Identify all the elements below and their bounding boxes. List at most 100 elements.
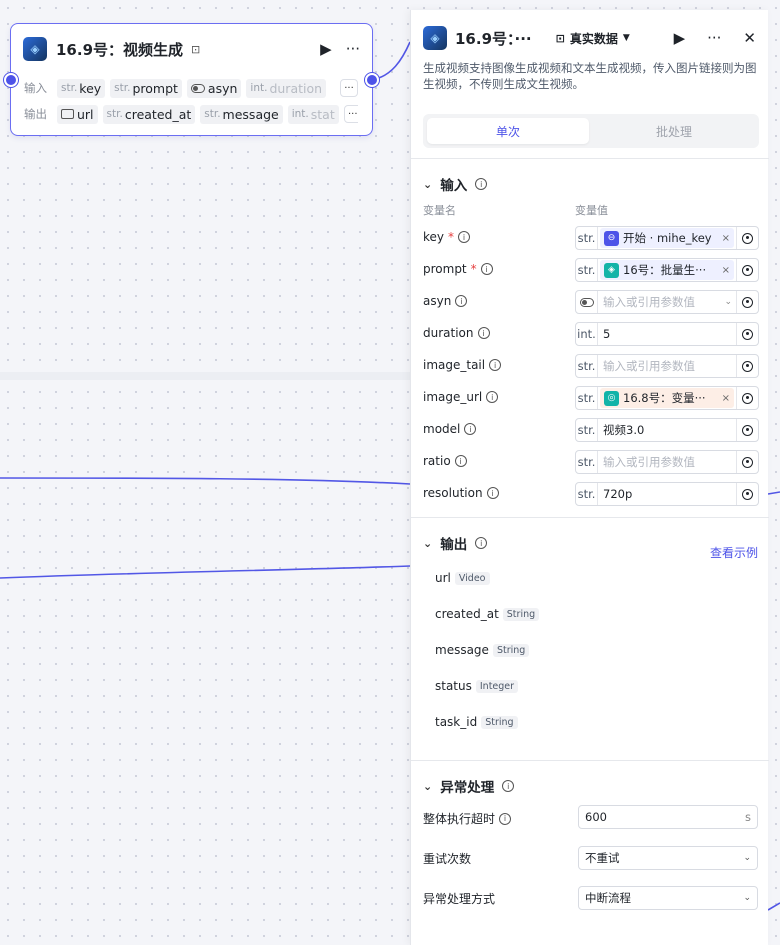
info-icon: i (455, 295, 468, 307)
tab-batch[interactable]: 批处理 (593, 118, 755, 144)
type-badge: str. (576, 451, 598, 473)
chevron-down-icon: ⌄ (724, 297, 732, 307)
node-config-panel: ◈ 16.9号：··· ⊡ 真实数据 ▼ ▶ ··· ✕ 生成视频支持图像生成视… (410, 10, 769, 945)
output-variable: message String (435, 643, 530, 657)
reference-variable-icon (736, 355, 758, 377)
node-outputs-more-button[interactable]: ··· (343, 105, 358, 123)
type-badge: int. (576, 323, 598, 345)
output-section-header[interactable]: ⌄ 输出 i (423, 533, 488, 553)
param-name: image_tail i (423, 358, 502, 372)
error-handling-select[interactable]: 中断流程 ⌄ (578, 886, 758, 910)
type-badge: str. (576, 387, 598, 409)
boolean-type-icon (576, 291, 598, 313)
node-input-port[interactable] (4, 73, 18, 87)
node-more-icon[interactable]: ··· (346, 40, 360, 58)
node-outputs-row: 输出 url str. created_at str. message int. st… (24, 104, 358, 124)
output-type-badge: String (492, 643, 530, 657)
output-type-badge: Video (454, 571, 490, 585)
reference-variable-icon (736, 291, 758, 313)
see-example-link[interactable]: 查看示例 (710, 544, 758, 561)
input-param-row: resolution i str. 720p (423, 482, 759, 506)
info-icon: i (502, 780, 515, 792)
node-input-duration: int. duration (246, 78, 327, 98)
variable-reference-chip: ◈ 16号：批量生··· × (600, 260, 734, 280)
param-value-field[interactable]: 输入或引用参数值 ⌄ (575, 290, 759, 314)
input-param-row: asyn i 输入或引用参数值 ⌄ (423, 290, 759, 314)
panel-more-icon[interactable]: ··· (707, 29, 721, 47)
variable-reference-chip: ◎ 16.8号：变量··· × (600, 388, 734, 408)
node-output-message: str. message (200, 104, 283, 124)
exception-section-header[interactable]: ⌄ 异常处理 i (423, 776, 515, 796)
column-header-value: 变量值 (575, 204, 608, 217)
retry-select[interactable]: 不重试 ⌄ (578, 846, 758, 870)
input-param-row: prompt * i str. ◈ 16号：批量生··· × (423, 258, 759, 282)
param-name: duration i (423, 326, 490, 340)
node-output-created-at: str. created_at (102, 104, 196, 124)
inputs-label: 输入 (24, 81, 47, 95)
info-icon: i (458, 231, 471, 243)
node-output-status: int. stat (287, 104, 339, 124)
chevron-down-icon: ⌄ (423, 536, 433, 550)
node-input-asyn: asyn (186, 78, 242, 98)
mode-icon: ⊡ (555, 31, 565, 45)
variable-reference-chip: ⊖ 开始 · mihe_key × (600, 228, 734, 248)
output-type-badge: String (481, 715, 518, 729)
caret-down-icon: ▼ (622, 33, 630, 43)
timeout-input[interactable]: 600 s (578, 805, 758, 829)
node-title: 16.9号：视频生成 (56, 40, 184, 59)
input-param-row: image_tail i str. 输入或引用参数值 (423, 354, 759, 378)
output-variable: status Integer (435, 679, 519, 693)
output-type-badge: String (502, 607, 540, 621)
info-icon: i (454, 455, 467, 467)
workflow-node-video-generation[interactable]: ◈ 16.9号：视频生成 ⊡ ▶ ··· 输入 str. key str. prom… (10, 23, 373, 136)
info-icon: i (489, 359, 502, 371)
reference-variable-icon (736, 227, 758, 249)
reference-variable-icon (736, 483, 758, 505)
source-node-icon: ⊖ (604, 230, 619, 246)
type-badge: str. (576, 259, 598, 281)
node-inputs-more-button[interactable]: ··· (340, 79, 358, 97)
input-param-row: ratio i str. 输入或引用参数值 (423, 450, 759, 474)
info-icon: i (486, 487, 499, 499)
canvas-area-divider (0, 372, 410, 380)
reference-variable-icon (736, 451, 758, 473)
close-icon[interactable]: ✕ (743, 29, 756, 47)
param-value-field[interactable]: str. 输入或引用参数值 (575, 450, 759, 474)
run-test-icon[interactable]: ▶ (674, 29, 686, 47)
required-marker: * (448, 230, 455, 244)
remove-reference-icon: × (721, 392, 730, 404)
reference-variable-icon (736, 259, 758, 281)
param-name: asyn i (423, 294, 468, 308)
node-logo-icon: ◈ (23, 37, 47, 61)
timeout-label: 整体执行超时 i (423, 810, 512, 827)
param-value-field[interactable]: str. ◎ 16.8号：变量··· × (575, 386, 759, 410)
node-output-port[interactable] (365, 73, 379, 87)
input-param-row: duration i int. 5 (423, 322, 759, 346)
input-section-header[interactable]: ⌄ 输入 i (423, 174, 488, 194)
tab-single[interactable]: 单次 (427, 118, 589, 144)
run-node-icon[interactable]: ▶ (320, 40, 332, 58)
param-value-field[interactable]: str. 720p (575, 482, 759, 506)
wire-right-1 (767, 491, 780, 495)
reference-variable-icon (736, 419, 758, 441)
param-value-field[interactable]: str. 视频3.0 (575, 418, 759, 442)
divider (411, 158, 769, 159)
reference-variable-icon (736, 387, 758, 409)
param-value-field[interactable]: str. 输入或引用参数值 (575, 354, 759, 378)
input-param-row: model i str. 视频3.0 (423, 418, 759, 442)
source-node-icon: ◈ (604, 262, 619, 278)
node-output-url: url (57, 104, 98, 124)
info-icon: i (480, 263, 493, 275)
chevron-down-icon: ⌄ (743, 893, 751, 903)
info-icon: i (464, 423, 477, 435)
type-badge: str. (576, 419, 598, 441)
param-value-field[interactable]: int. 5 (575, 322, 759, 346)
data-mode-dropdown[interactable]: ⊡ 真实数据 ▼ (556, 30, 630, 47)
param-value-field[interactable]: str. ⊖ 开始 · mihe_key × (575, 226, 759, 250)
param-name: resolution i (423, 486, 499, 500)
info-icon: i (475, 178, 488, 190)
info-icon: i (477, 327, 490, 339)
output-variable: task_id String (435, 715, 518, 729)
param-value-field[interactable]: str. ◈ 16号：批量生··· × (575, 258, 759, 282)
data-mode-label: 真实数据 (569, 31, 618, 46)
